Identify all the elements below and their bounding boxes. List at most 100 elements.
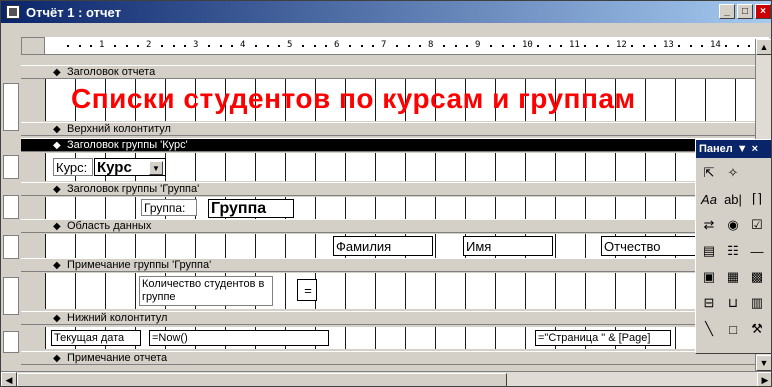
arrow-icon: ◆ [53, 184, 61, 195]
ruler-tick [172, 45, 175, 47]
ruler-number: 12 [616, 40, 627, 50]
combo-icon[interactable]: ▤ [698, 240, 720, 262]
group-field[interactable]: Группа [208, 199, 294, 218]
ruler-tick [560, 45, 563, 47]
report-title-label[interactable]: Списки студентов по курсам и группам [71, 83, 636, 115]
section-group-header-group[interactable]: ◆ Заголовок группы 'Группа' [21, 182, 769, 196]
ruler-number: 2 [146, 40, 152, 50]
course-field-text: Курс [97, 158, 132, 176]
horizontal-ruler: 123456789101112131415 [45, 37, 769, 55]
ruler-tick [536, 45, 539, 47]
vertical-ruler [1, 55, 21, 371]
count-field[interactable]: = [297, 279, 317, 301]
name-field[interactable]: Имя [463, 236, 553, 256]
ruler-tick [513, 45, 516, 47]
unbound-frame-icon[interactable]: ▦ [722, 266, 744, 288]
ruler-tick [442, 45, 445, 47]
arrow-icon: ◆ [53, 140, 61, 151]
page-footer-band[interactable]: Текущая дата =Now() ="Страница " & [Page… [45, 327, 769, 349]
course-combo[interactable]: Курс ▼ [94, 158, 166, 176]
arrow-icon: ◆ [53, 260, 61, 271]
detail-band[interactable]: Фамилия Имя Отчество [45, 234, 769, 258]
wizard-icon[interactable]: ✧ [722, 162, 744, 184]
line-icon[interactable]: ╲ [698, 318, 720, 340]
section-report-footer[interactable]: ◆ Примечание отчета [21, 351, 769, 365]
page-number-field[interactable]: ="Страница " & [Page] [535, 330, 671, 346]
label-icon[interactable]: Aa [698, 188, 720, 210]
now-field[interactable]: =Now() [149, 330, 329, 346]
section-label: Верхний колонтитул [67, 123, 171, 135]
arrow-icon: ◆ [53, 67, 61, 78]
ruler-tick [325, 45, 328, 47]
ruler-number: 14 [710, 40, 721, 50]
ruler-tick [466, 45, 469, 47]
toolbox-panel[interactable]: Панел ▼ × ⇱ ✧ Aa ab| ⌈⌉ ⇄ ◉ ☑ ▤ ☷ — ▣ ▦ … [695, 139, 771, 354]
title-bar[interactable]: Отчёт 1 : отчет _ □ × [1, 1, 771, 23]
group-header-course-band[interactable]: Курс: Курс ▼ [45, 153, 769, 181]
group-label[interactable]: Группа: [141, 199, 197, 216]
section-group-header-course[interactable]: ◆ Заголовок группы 'Курс' [21, 138, 769, 152]
section-label: Заголовок группы 'Курс' [67, 139, 188, 151]
section-label: Примечание отчета [67, 352, 168, 364]
section-report-header[interactable]: ◆ Заголовок отчета [21, 65, 769, 79]
ruler-number: 10 [522, 40, 533, 50]
current-date-label[interactable]: Текущая дата [51, 330, 141, 346]
section-detail[interactable]: ◆ Область данных [21, 219, 769, 233]
ruler-tick [689, 45, 692, 47]
maximize-button[interactable]: □ [737, 4, 753, 19]
ruler-tick [313, 45, 316, 47]
ruler-tick [395, 45, 398, 47]
ruler-tick [90, 45, 93, 47]
scroll-left-icon[interactable]: ◀ [1, 372, 17, 386]
ruler-tick [348, 45, 351, 47]
course-label[interactable]: Курс: [53, 158, 93, 176]
horizontal-scrollbar[interactable]: ◀ ▶ [1, 371, 771, 386]
count-label[interactable]: Количество студентов в группе [139, 276, 273, 306]
pointer-icon[interactable]: ⇱ [698, 162, 720, 184]
image-icon[interactable]: ▣ [698, 266, 720, 288]
ruler-tick [113, 45, 116, 47]
group-header-group-band[interactable]: Группа: Группа [45, 197, 769, 219]
report-header-band[interactable]: Списки студентов по курсам и группам [45, 79, 769, 121]
subform-icon[interactable]: ▥ [746, 292, 768, 314]
ruler-tick [407, 45, 410, 47]
close-icon[interactable]: × [752, 143, 758, 155]
option-group-icon[interactable]: ⌈⌉ [746, 188, 768, 210]
surname-field[interactable]: Фамилия [333, 236, 433, 256]
toggle-icon[interactable]: ⇄ [698, 214, 720, 236]
section-label: Примечание группы 'Группа' [67, 259, 212, 271]
more-tools-icon[interactable]: ⚒ [746, 318, 768, 340]
scroll-up-icon[interactable]: ▲ [756, 39, 771, 55]
option-icon[interactable]: ◉ [722, 214, 744, 236]
button-icon[interactable]: — [746, 240, 768, 262]
scroll-right-icon[interactable]: ▶ [757, 372, 771, 386]
page-break-icon[interactable]: ⊟ [698, 292, 720, 314]
ruler-number: 5 [287, 40, 293, 50]
rectangle-icon[interactable]: □ [722, 318, 744, 340]
scroll-thumb[interactable] [17, 373, 507, 386]
chevron-down-icon[interactable]: ▼ [149, 161, 163, 175]
bound-frame-icon[interactable]: ▩ [746, 266, 768, 288]
scroll-down-icon[interactable]: ▼ [756, 355, 771, 371]
ruler-corner[interactable] [21, 37, 45, 55]
patronymic-field[interactable]: Отчество [601, 236, 697, 256]
ruler-tick [419, 45, 422, 47]
ruler-tick [748, 45, 751, 47]
ruler-number: 11 [569, 40, 580, 50]
tab-icon[interactable]: ⊔ [722, 292, 744, 314]
section-page-footer[interactable]: ◆ Нижний колонтитул [21, 311, 769, 325]
ruler-tick [583, 45, 586, 47]
group-footer-band[interactable]: Количество студентов в группе = [45, 273, 769, 309]
close-button[interactable]: × [755, 4, 771, 19]
toolbox-title-bar[interactable]: Панел ▼ × [696, 140, 771, 158]
ruler-tick [219, 45, 222, 47]
ruler-tick [301, 45, 304, 47]
section-page-header[interactable]: ◆ Верхний колонтитул [21, 122, 769, 136]
section-group-footer[interactable]: ◆ Примечание группы 'Группа' [21, 258, 769, 272]
checkbox-icon[interactable]: ☑ [746, 214, 768, 236]
listbox-icon[interactable]: ☷ [722, 240, 744, 262]
ruler-tick [630, 45, 633, 47]
chevron-down-icon[interactable]: ▼ [737, 143, 748, 155]
textbox-icon[interactable]: ab| [722, 188, 744, 210]
minimize-button[interactable]: _ [719, 4, 735, 19]
